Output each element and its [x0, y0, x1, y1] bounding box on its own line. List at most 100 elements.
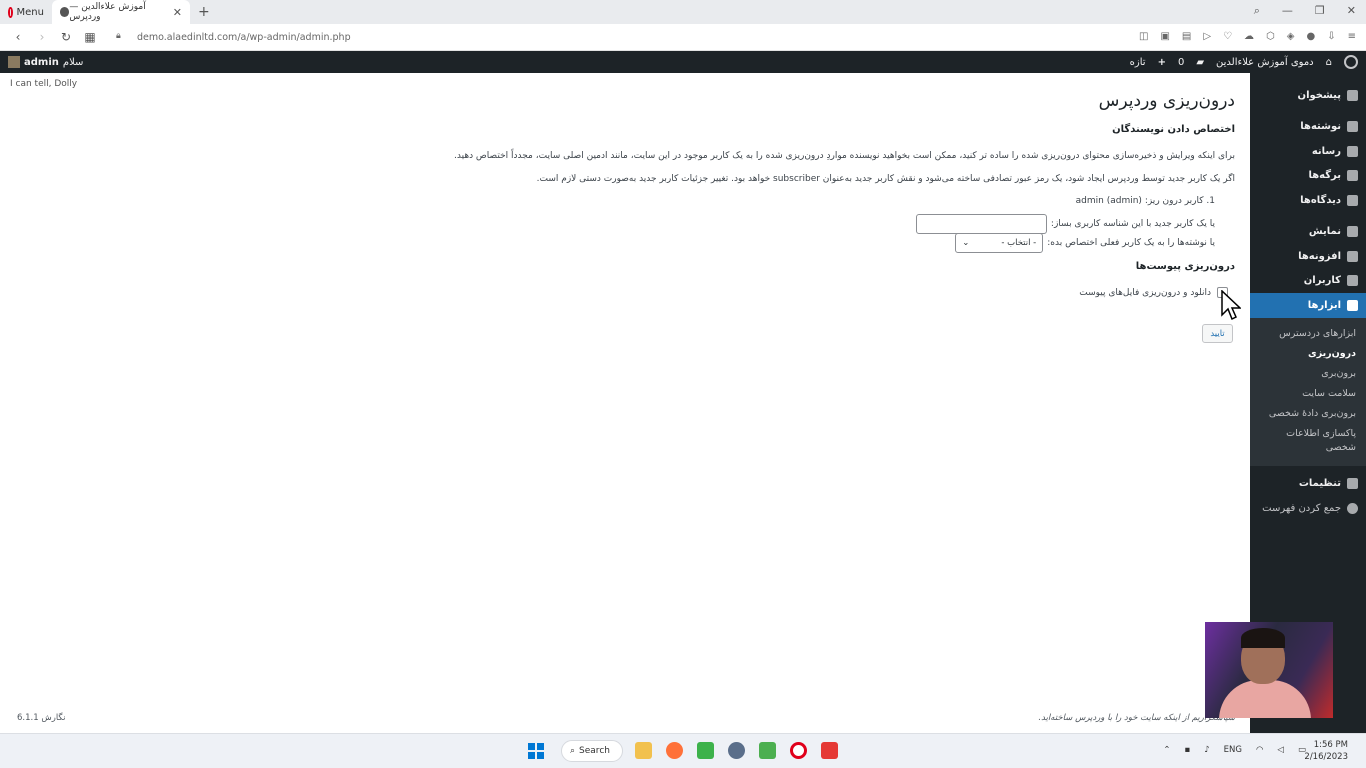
- heart-icon[interactable]: ♡: [1223, 31, 1232, 42]
- new-content-label[interactable]: تازه: [1130, 57, 1146, 68]
- tools-submenu: ابزارهای دردسترس درون‌ریزی برون‌بری سلام…: [1250, 317, 1366, 466]
- admin-bar-right: ⌂ دموی آموزش علاءالدین ▰ 0 + تازه: [1130, 55, 1358, 69]
- appearance-icon: [1347, 226, 1358, 238]
- sidebar-item-label: برگه‌ها: [1308, 170, 1341, 182]
- sidebar-item-label: نمایش: [1308, 226, 1341, 238]
- file-explorer-icon[interactable]: [635, 742, 652, 759]
- url-field[interactable]: demo.alaedinltd.com/a/wp-admin/admin.php: [137, 32, 351, 43]
- sync-icon[interactable]: ☁: [1244, 31, 1254, 42]
- search-label: Search: [579, 746, 610, 756]
- page-title: درون‌ریزی وردپرس: [1098, 91, 1235, 111]
- my-account[interactable]: admin سلام: [8, 56, 83, 68]
- comment-icon: [1347, 194, 1358, 206]
- snapshot-icon[interactable]: ▣: [1160, 31, 1169, 42]
- maximize-icon[interactable]: ❐: [1315, 4, 1325, 18]
- play-icon[interactable]: ▷: [1203, 31, 1211, 42]
- sidebar-item-tools[interactable]: ابزارها: [1250, 293, 1366, 318]
- back-icon[interactable]: ‹: [12, 30, 24, 44]
- avatar: [8, 56, 20, 68]
- sidebar-item-comments[interactable]: دیدگاه‌ها: [1250, 188, 1366, 213]
- submit-button[interactable]: تایید: [1202, 324, 1233, 343]
- windows-start-icon[interactable]: [528, 743, 544, 759]
- firefox-icon[interactable]: [666, 742, 683, 759]
- cube-icon[interactable]: ◈: [1287, 31, 1295, 42]
- create-user-label: یا یک کاربر جدید با این شناسه کاربری بسا…: [1050, 219, 1215, 229]
- box-icon[interactable]: ⬡: [1266, 31, 1275, 42]
- howdy-label: سلام: [62, 56, 84, 68]
- submenu-item-export[interactable]: برون‌بری: [1250, 364, 1366, 384]
- user-map-select[interactable]: - انتخاب - ⌄: [955, 233, 1044, 253]
- sidebar-item-label: تنظیمات: [1298, 478, 1341, 490]
- attachments-row: دانلود و درون‌ریزی فایل‌های پیوست: [1079, 287, 1228, 298]
- sidebar-item-pages[interactable]: برگه‌ها: [1250, 164, 1366, 189]
- taskbar-search[interactable]: ⌕ Search: [561, 740, 623, 762]
- language-indicator[interactable]: ENG: [1224, 745, 1242, 755]
- webcam-overlay: [1205, 622, 1333, 718]
- opera-taskbar-icon[interactable]: [790, 742, 807, 759]
- submenu-item-erase-personal-data[interactable]: پاکسازی اطلاعات شخصی: [1250, 424, 1366, 458]
- sidebar-item-label: افزونه‌ها: [1298, 250, 1341, 262]
- assign-authors-description: برای اینکه ویرایش و ذخیره‌سازی محتوای در…: [454, 151, 1235, 161]
- sidebar-item-users[interactable]: کاربران: [1250, 269, 1366, 294]
- wifi-icon[interactable]: ◠: [1256, 745, 1263, 755]
- sidebar-item-appearance[interactable]: نمایش: [1250, 220, 1366, 245]
- speaker-icon[interactable]: ◁: [1277, 745, 1284, 755]
- wordpress-logo-icon[interactable]: [1344, 55, 1358, 69]
- search-tabs-icon[interactable]: ⌕: [1254, 4, 1260, 18]
- select-value: - انتخاب -: [1001, 238, 1037, 248]
- window-controls: ⌕ — ❐ ✕: [1254, 4, 1356, 18]
- profile-icon[interactable]: ●: [1306, 31, 1315, 42]
- red-app-icon[interactable]: [821, 742, 838, 759]
- comments-count[interactable]: 0: [1178, 57, 1184, 68]
- sidebar-item-label: کاربران: [1303, 275, 1341, 287]
- submenu-item-export-personal-data[interactable]: برون‌بری دادهٔ شخصی: [1250, 404, 1366, 424]
- tab-menu[interactable]: Menu: [0, 0, 52, 24]
- sidebar-item-plugins[interactable]: افزونه‌ها: [1250, 244, 1366, 269]
- tabs-grid-icon[interactable]: ▦: [84, 30, 96, 44]
- camera-icon[interactable]: ◫: [1139, 31, 1148, 42]
- site-name[interactable]: دموی آموزش علاءالدین: [1216, 57, 1314, 68]
- new-tab-button[interactable]: +: [198, 4, 210, 20]
- submenu-item-import[interactable]: درون‌ریزی: [1250, 344, 1366, 364]
- clock-date: 2/16/2023: [1304, 752, 1348, 762]
- close-window-icon[interactable]: ✕: [1347, 4, 1356, 18]
- monitor-icon[interactable]: ▪: [1184, 745, 1190, 755]
- import-author-item: 1. کاربر درون ریز: admin (admin): [1075, 196, 1215, 206]
- assign-authors-heading: اختصاص دادن نویسندگان: [1112, 124, 1235, 135]
- sidebar-item-dashboard[interactable]: پیشخوان: [1250, 83, 1366, 108]
- clock[interactable]: 1:56 PM 2/16/2023: [1304, 739, 1348, 763]
- image-icon[interactable]: ▤: [1182, 31, 1191, 42]
- minimize-icon[interactable]: —: [1282, 4, 1293, 18]
- hello-dolly-text: I can tell, Dolly: [10, 79, 78, 89]
- settings-gear-icon[interactable]: [728, 742, 745, 759]
- sidebar-item-label: نوشته‌ها: [1300, 121, 1341, 133]
- download-icon[interactable]: ⇩: [1327, 31, 1335, 42]
- sidebar-item-posts[interactable]: نوشته‌ها: [1250, 115, 1366, 140]
- tab-wordpress[interactable]: آموزش علاءالدین — وردپرس ✕: [52, 0, 190, 24]
- chevron-up-icon[interactable]: ⌃: [1163, 745, 1170, 755]
- collapse-menu-button[interactable]: جمع کردن فهرست: [1250, 496, 1366, 521]
- forward-icon[interactable]: ›: [36, 30, 48, 44]
- reload-icon[interactable]: ↻: [60, 30, 72, 44]
- microphone-icon[interactable]: ♪: [1204, 745, 1209, 755]
- sidebar-item-settings[interactable]: تنظیمات: [1250, 472, 1366, 497]
- camtasia-icon[interactable]: [697, 742, 714, 759]
- page-icon: [1347, 170, 1358, 182]
- attachments-label[interactable]: دانلود و درون‌ریزی فایل‌های پیوست: [1079, 288, 1211, 298]
- chevron-down-icon: ⌄: [962, 238, 970, 248]
- comment-bubble-icon[interactable]: ▰: [1196, 57, 1204, 68]
- sidebar-item-label: رسانه: [1311, 145, 1341, 157]
- assign-existing-row: یا نوشته‌ها را به یک کاربر فعلی اختصاص ب…: [955, 233, 1215, 253]
- new-user-login-input[interactable]: [915, 214, 1047, 234]
- green-app-icon[interactable]: [759, 742, 776, 759]
- close-tab-icon[interactable]: ✕: [173, 6, 182, 19]
- opera-icon: [8, 6, 13, 18]
- submenu-item-site-health[interactable]: سلامت سایت: [1250, 384, 1366, 404]
- submenu-item-available-tools[interactable]: ابزارهای دردسترس: [1250, 324, 1366, 344]
- sidebar-item-label: ابزارها: [1307, 299, 1341, 311]
- mouse-cursor-icon: [1221, 290, 1241, 321]
- sidebar-item-media[interactable]: رسانه: [1250, 139, 1366, 164]
- menu-icon[interactable]: ≡: [1348, 31, 1356, 42]
- media-icon: [1347, 145, 1358, 157]
- plus-icon[interactable]: +: [1158, 57, 1166, 68]
